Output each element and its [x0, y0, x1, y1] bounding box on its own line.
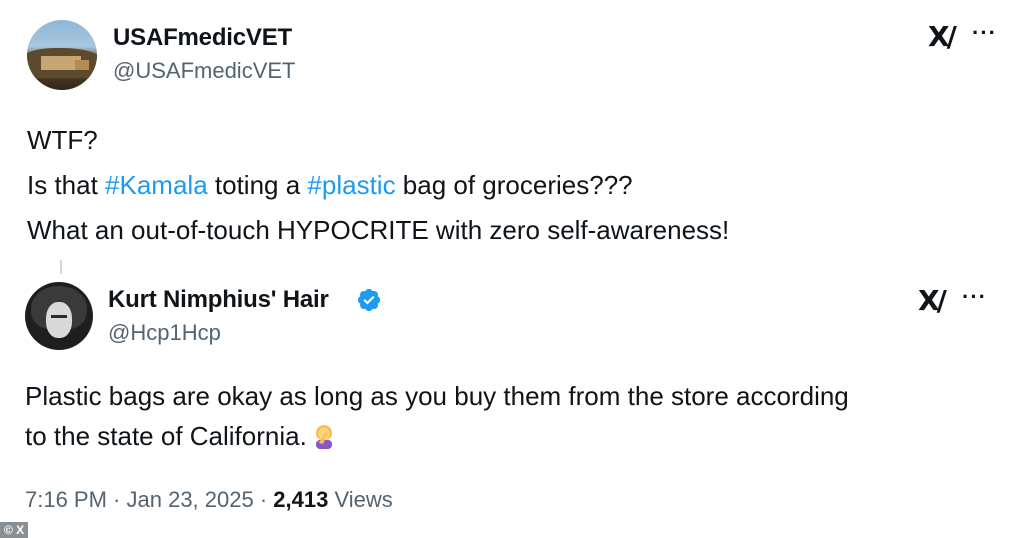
thread-divider [60, 260, 62, 274]
post-text: Plastic bags are okay as long as you buy… [25, 376, 1005, 456]
author-display-name[interactable]: Kurt Nimphius' Hair [108, 286, 329, 314]
post-text: WTF? Is that #Kamala toting a #plastic ba… [27, 118, 987, 253]
views-count: 2,413 [273, 487, 329, 512]
hashtag-link[interactable]: #Kamala [105, 170, 208, 200]
post-text-line: to the state of California. [25, 421, 307, 451]
verified-badge-icon [357, 288, 381, 312]
woman-facepalming-icon [315, 425, 332, 449]
views-label: Views [328, 487, 393, 512]
tweet-screenshot: USAFmedicVET @USAFmedicVET X/ ··· WTF? Is… [0, 0, 1024, 538]
author-handle[interactable]: @Hcp1Hcp [108, 320, 221, 346]
post-time[interactable]: 7:16 PM [25, 487, 107, 512]
more-icon[interactable]: ··· [962, 284, 987, 310]
text-segment: Is that [27, 170, 106, 200]
author-display-name[interactable]: USAFmedicVET [113, 24, 292, 52]
text-segment: bag of groceries??? [395, 170, 633, 200]
text-segment: toting a [207, 170, 308, 200]
text-segment: What an out-of-touch HYPOCRITE with zero… [27, 215, 730, 245]
avatar[interactable] [27, 20, 97, 90]
author-handle[interactable]: @USAFmedicVET [113, 58, 295, 84]
more-icon[interactable]: ··· [972, 20, 997, 46]
post-metadata: 7:16 PM · Jan 23, 2025 · 2,413 Views [25, 487, 393, 512]
x-grok-icon[interactable]: X/ [918, 284, 947, 317]
post-date[interactable]: Jan 23, 2025 [127, 487, 254, 512]
post-text-line: What an out-of-touch HYPOCRITE with zero… [27, 208, 987, 253]
avatar[interactable] [25, 282, 93, 350]
post-text-line: WTF? [27, 118, 987, 163]
x-grok-icon[interactable]: X/ [928, 20, 957, 53]
image-credit: © X [0, 522, 29, 538]
text-segment: WTF? [27, 125, 98, 155]
hashtag-link[interactable]: #plastic [307, 170, 395, 200]
post-text-line: Plastic bags are okay as long as you buy… [25, 381, 849, 411]
post-text-line: Is that #Kamala toting a #plastic bag of… [27, 163, 987, 208]
